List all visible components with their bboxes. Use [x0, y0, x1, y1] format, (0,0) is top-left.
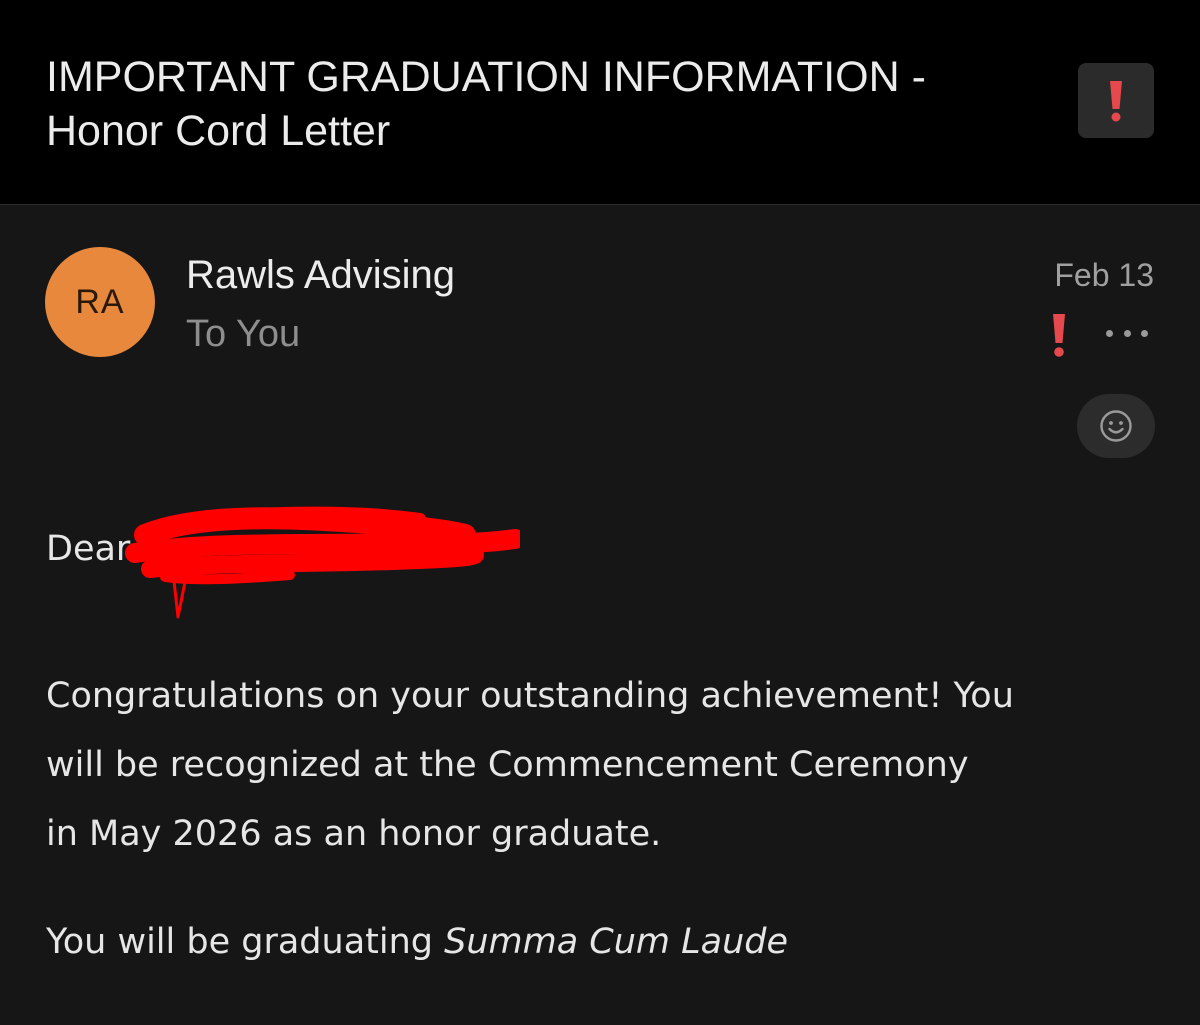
message-date: Feb 13	[1054, 257, 1154, 293]
sender-name[interactable]: Rawls Advising	[186, 250, 455, 300]
exclamation-icon	[1110, 80, 1122, 121]
paragraph-line: in May 2026 as an honor graduate.	[46, 814, 662, 854]
subject-line-1: IMPORTANT GRADUATION INFORMATION -	[46, 53, 926, 101]
avatar[interactable]: RA	[45, 247, 155, 357]
email-screen: IMPORTANT GRADUATION INFORMATION - Honor…	[0, 0, 1200, 1025]
exclamation-icon[interactable]	[1048, 312, 1070, 358]
honor-paragraph: You will be graduating Summa Cum Laude	[46, 912, 788, 972]
subject-line-2: Honor Cord Letter	[46, 107, 391, 155]
honor-prefix: You will be graduating	[46, 922, 445, 962]
ellipsis-icon[interactable]	[1106, 324, 1148, 342]
subject-header: IMPORTANT GRADUATION INFORMATION - Honor…	[0, 0, 1200, 205]
red-scribble-redaction	[125, 506, 520, 619]
greeting-text: Dear	[46, 529, 131, 569]
smiley-icon	[1100, 410, 1132, 442]
reaction-button[interactable]	[1077, 394, 1155, 458]
congratulations-paragraph: Congratulations on your outstanding achi…	[46, 662, 1014, 869]
email-subject: IMPORTANT GRADUATION INFORMATION - Honor…	[46, 50, 1036, 158]
honor-distinction: Summa Cum Laude	[444, 922, 789, 962]
importance-button[interactable]	[1078, 63, 1154, 138]
paragraph-line: will be recognized at the Commencement C…	[46, 745, 969, 785]
paragraph-line: Congratulations on your outstanding achi…	[46, 676, 1014, 716]
recipient-label[interactable]: To You	[186, 310, 300, 358]
